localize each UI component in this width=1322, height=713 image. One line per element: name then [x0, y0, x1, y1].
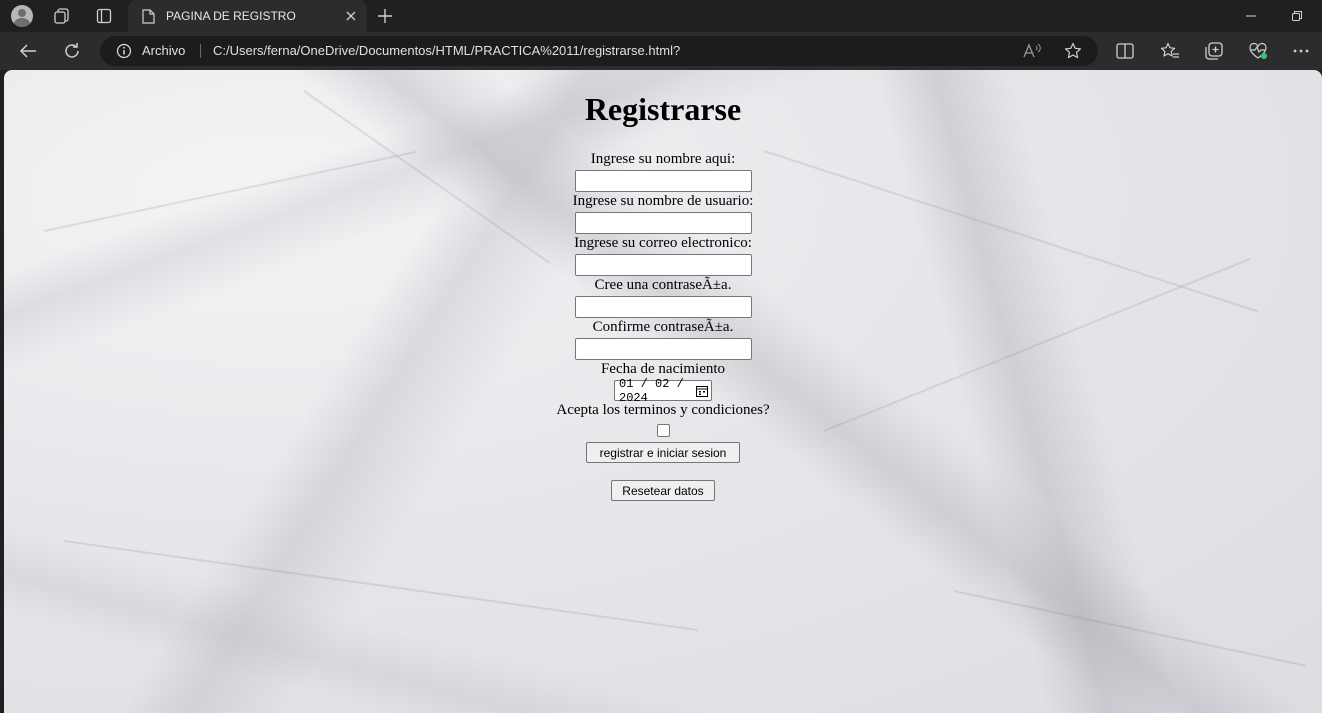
calendar-icon[interactable]	[696, 385, 708, 397]
confirm-password-input[interactable]	[575, 338, 752, 360]
minimize-icon[interactable]	[1228, 0, 1274, 32]
browser-essentials-icon[interactable]	[1244, 37, 1272, 65]
restore-icon[interactable]	[1274, 0, 1320, 32]
favorites-icon[interactable]	[1156, 37, 1184, 65]
collections-icon[interactable]	[1200, 37, 1228, 65]
refresh-icon[interactable]	[58, 37, 86, 65]
register-button[interactable]: registrar e iniciar sesion	[586, 442, 740, 463]
read-aloud-icon[interactable]	[1022, 41, 1044, 61]
page-icon	[140, 8, 156, 24]
name-input[interactable]	[575, 170, 752, 192]
reset-button[interactable]: Resetear datos	[611, 480, 715, 501]
email-label: Ingrese su correo electronico:	[574, 235, 752, 251]
url-text[interactable]: C:/Users/ferna/OneDrive/Documentos/HTML/…	[213, 43, 680, 58]
info-icon[interactable]	[116, 43, 132, 59]
tab-title: PAGINA DE REGISTRO	[166, 9, 296, 23]
page-title: Registrarse	[584, 91, 742, 127]
new-tab-icon[interactable]	[371, 4, 399, 28]
address-prefix: Archivo	[142, 43, 186, 58]
active-tab[interactable]: PAGINA DE REGISTRO	[128, 0, 367, 32]
profile-icon[interactable]	[8, 4, 36, 28]
name-label: Ingrese su nombre aqui:	[590, 151, 736, 167]
page-viewport: Registrarse Ingrese su nombre aqui: Ingr…	[4, 70, 1322, 713]
terms-checkbox[interactable]	[657, 424, 670, 437]
address-separator	[200, 44, 201, 58]
more-icon[interactable]	[1287, 37, 1315, 65]
address-bar[interactable]: Archivo C:/Users/ferna/OneDrive/Document…	[100, 36, 1098, 66]
title-bar: PAGINA DE REGISTRO	[0, 0, 1322, 32]
back-icon[interactable]	[14, 37, 42, 65]
confirm-password-label: Confirme contraseÃ±a.	[592, 319, 734, 335]
password-label: Cree una contraseÃ±a.	[594, 277, 732, 293]
birthdate-input[interactable]: 01 / 02 / 2024	[614, 377, 712, 405]
toolbar: Archivo C:/Users/ferna/OneDrive/Document…	[0, 32, 1322, 70]
password-input[interactable]	[575, 296, 752, 318]
workspaces-icon[interactable]	[48, 4, 76, 28]
username-input[interactable]	[575, 212, 752, 234]
username-label: Ingrese su nombre de usuario:	[572, 193, 754, 209]
email-input[interactable]	[575, 254, 752, 276]
close-icon[interactable]	[343, 8, 359, 24]
tab-actions-icon[interactable]	[90, 4, 118, 28]
paper-crease	[953, 590, 1307, 667]
split-screen-icon[interactable]	[1111, 37, 1139, 65]
birthdate-label: Fecha de nacimiento	[600, 361, 726, 377]
terms-label: Acepta los terminos y condiciones?	[556, 402, 770, 418]
paper-crease	[63, 540, 698, 632]
favorite-star-icon[interactable]	[1062, 41, 1084, 61]
